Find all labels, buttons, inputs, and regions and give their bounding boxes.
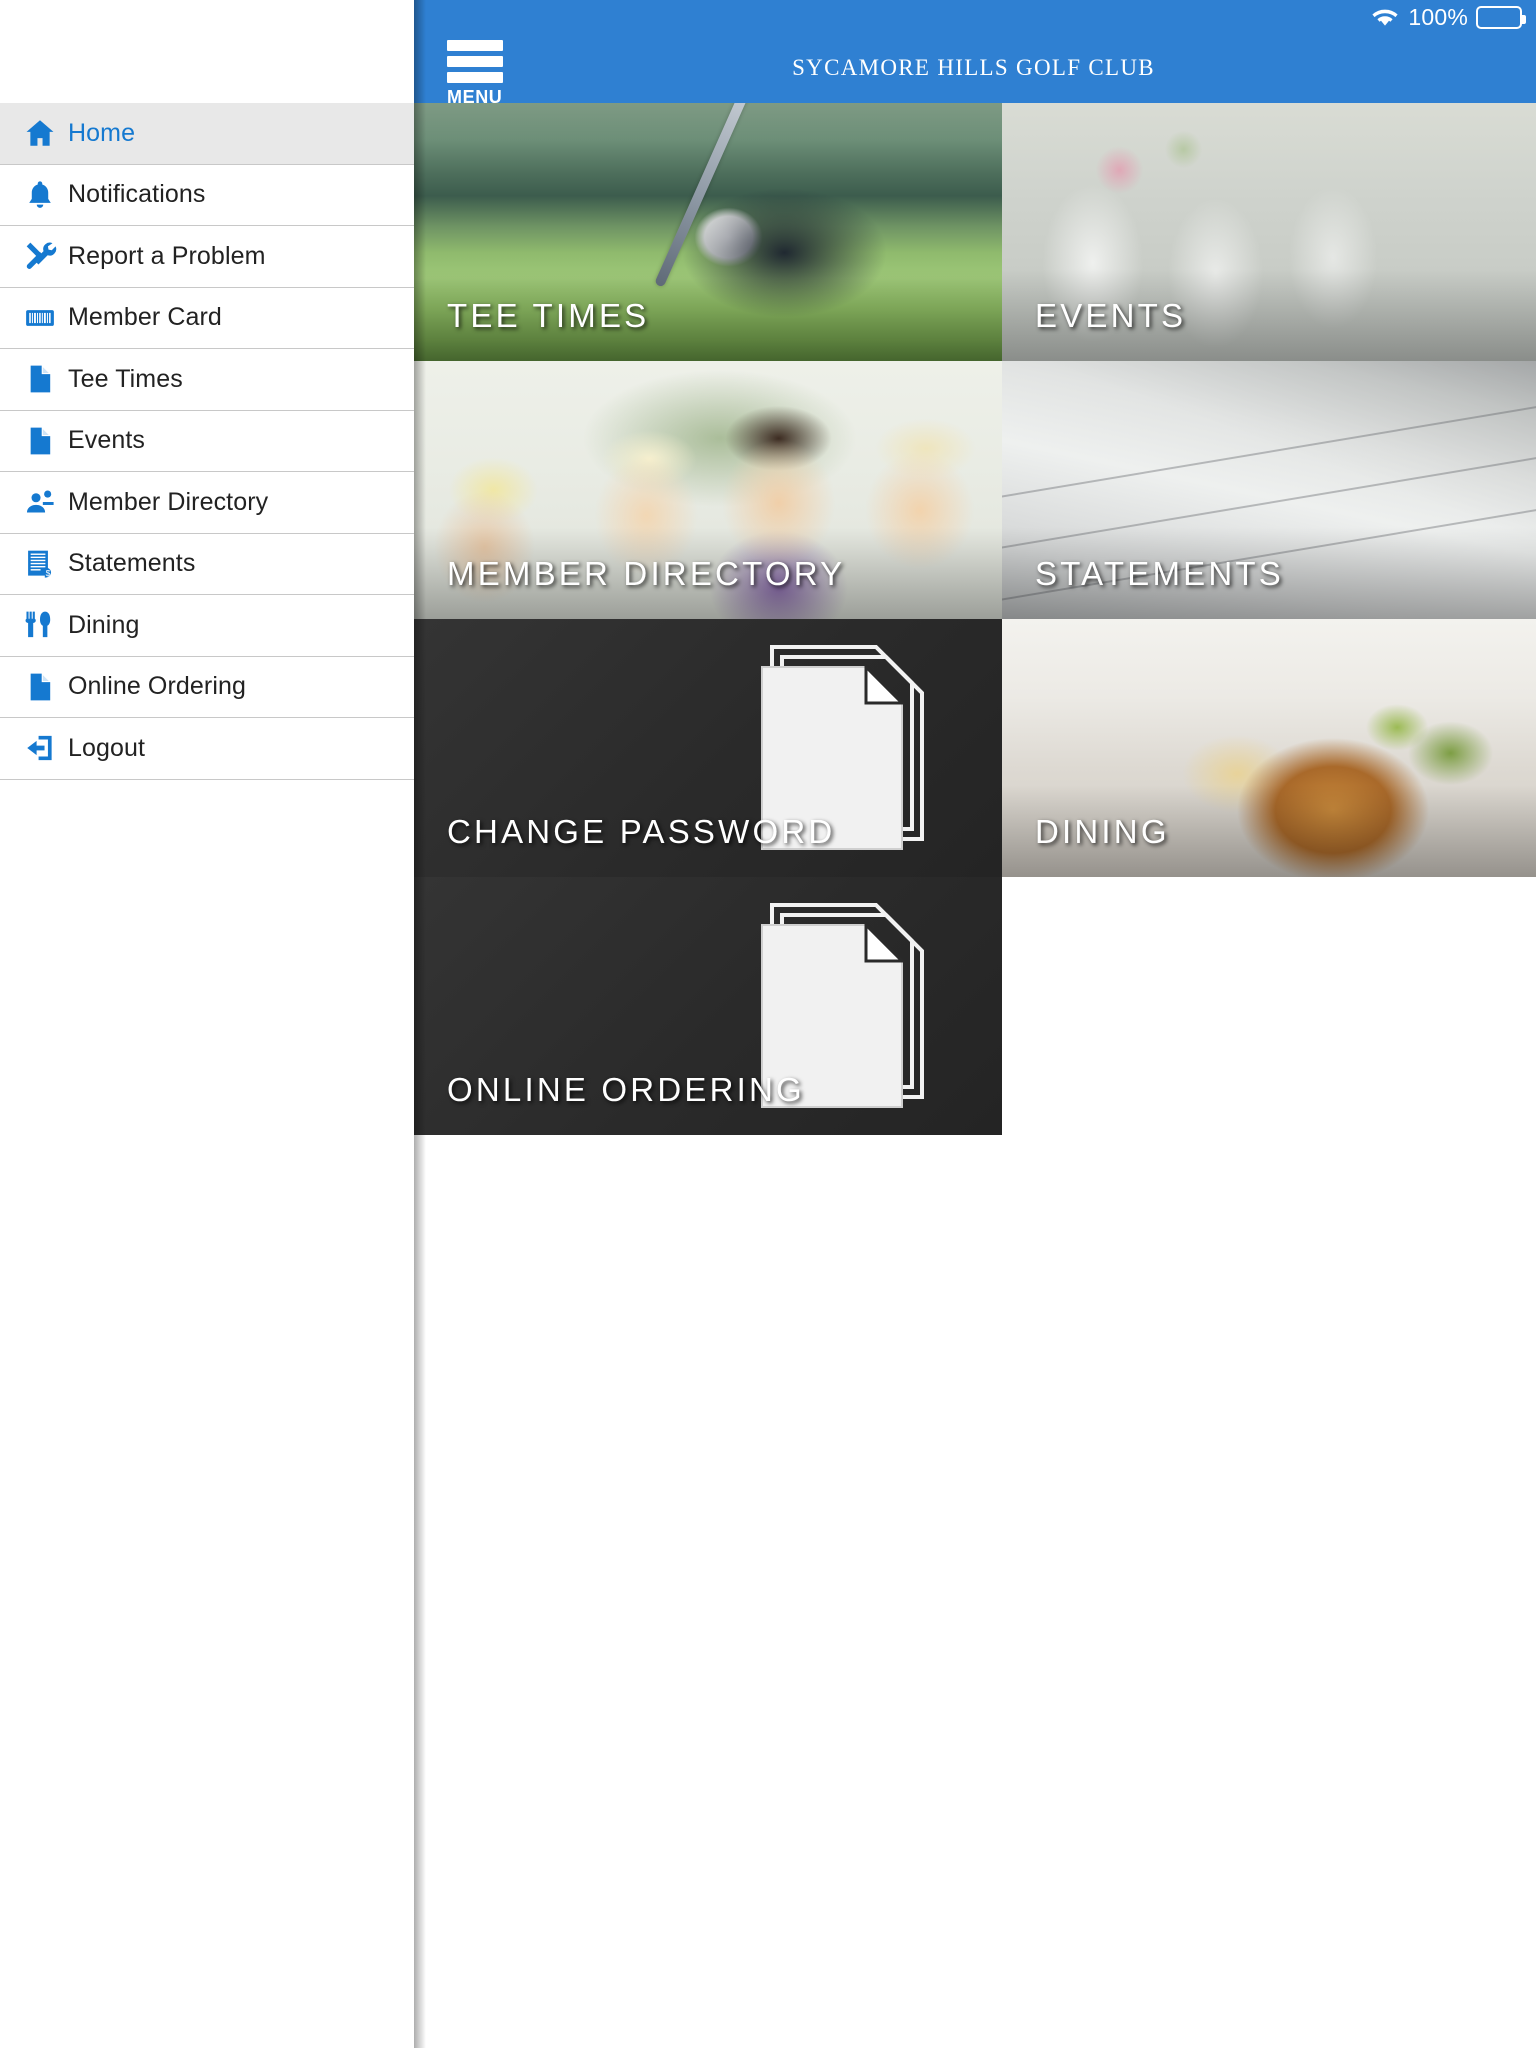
- tile-row: CHANGE PASSWORD DINING: [414, 619, 1536, 877]
- drawer-shadow: [414, 0, 426, 2048]
- sidebar-item-home[interactable]: Home: [0, 103, 414, 165]
- tile-online-ordering[interactable]: ONLINE ORDERING: [414, 877, 1002, 1135]
- document-icon: [12, 362, 68, 396]
- app-header: 100% MENU SYCAMORE HILLS GOLF CLUB: [414, 0, 1536, 107]
- sidebar-item-label: Home: [68, 118, 136, 147]
- navigation-drawer: Home Notifications Report a Problem Memb…: [0, 0, 414, 2048]
- sidebar-item-label: Member Card: [68, 303, 222, 332]
- tile-row: MEMBER DIRECTORY STATEMENTS: [414, 361, 1536, 619]
- sidebar-item-logout[interactable]: Logout: [0, 718, 414, 780]
- tile-grid: TEE TIMES EVENTS MEMBER DIRECTORY STATEM…: [414, 103, 1536, 1135]
- tile-statements[interactable]: STATEMENTS: [1002, 361, 1536, 619]
- hamburger-line: [447, 40, 503, 51]
- sidebar-item-label: Logout: [68, 733, 146, 762]
- tile-row: ONLINE ORDERING: [414, 877, 1536, 1135]
- sidebar-item-label: Member Directory: [68, 487, 269, 516]
- sidebar-item-notifications[interactable]: Notifications: [0, 164, 414, 226]
- tile-tee-times[interactable]: TEE TIMES: [414, 103, 1002, 361]
- tile-empty-slot: [1002, 877, 1536, 1135]
- tile-label: EVENTS: [1035, 297, 1187, 334]
- utensils-icon: [12, 608, 68, 642]
- tools-icon: [12, 239, 68, 273]
- sidebar-item-online-ordering[interactable]: Online Ordering: [0, 656, 414, 718]
- home-icon: [12, 116, 68, 150]
- tile-label: ONLINE ORDERING: [447, 1071, 805, 1108]
- document-icon: [12, 424, 68, 458]
- sidebar-item-label: Notifications: [68, 180, 206, 209]
- battery-percentage: 100%: [1408, 3, 1468, 30]
- status-bar: 100%: [1370, 2, 1526, 32]
- main-content: 100% MENU SYCAMORE HILLS GOLF CLUB TEE T…: [414, 0, 1536, 2048]
- tile-row: TEE TIMES EVENTS: [414, 103, 1536, 361]
- bell-icon: [12, 178, 68, 212]
- sidebar-item-events[interactable]: Events: [0, 410, 414, 472]
- drawer-top-spacer: [0, 0, 414, 103]
- battery-full-icon: [1476, 5, 1526, 29]
- logout-icon: [12, 731, 68, 765]
- tile-label: TEE TIMES: [447, 297, 650, 334]
- svg-text:$: $: [46, 568, 51, 578]
- tile-label: MEMBER DIRECTORY: [447, 555, 846, 592]
- tile-dining[interactable]: DINING: [1002, 619, 1536, 877]
- sidebar-item-report-a-problem[interactable]: Report a Problem: [0, 226, 414, 288]
- sidebar-menu-list: Home Notifications Report a Problem Memb…: [0, 103, 414, 780]
- sidebar-item-member-card[interactable]: Member Card: [0, 287, 414, 349]
- tile-member-directory[interactable]: MEMBER DIRECTORY: [414, 361, 1002, 619]
- sidebar-item-label: Tee Times: [68, 364, 183, 393]
- people-icon: [12, 485, 68, 519]
- tile-label: STATEMENTS: [1035, 555, 1284, 592]
- sidebar-item-tee-times[interactable]: Tee Times: [0, 349, 414, 411]
- sidebar-item-label: Online Ordering: [68, 672, 246, 701]
- sidebar-item-label: Report a Problem: [68, 241, 266, 270]
- sidebar-item-label: Dining: [68, 610, 140, 639]
- tile-label: CHANGE PASSWORD: [447, 813, 836, 850]
- club-title: SYCAMORE HILLS GOLF CLUB: [792, 55, 1155, 80]
- document-icon: [12, 670, 68, 704]
- invoice-icon: $: [12, 547, 68, 581]
- sidebar-item-member-directory[interactable]: Member Directory: [0, 472, 414, 534]
- tile-label: DINING: [1035, 813, 1170, 850]
- statement-rule: [1002, 397, 1536, 502]
- sidebar-item-label: Statements: [68, 549, 196, 578]
- barcode-icon: [12, 301, 68, 335]
- sidebar-item-dining[interactable]: Dining: [0, 595, 414, 657]
- wifi-icon: [1372, 9, 1398, 26]
- app-root: Home Notifications Report a Problem Memb…: [0, 0, 1536, 2048]
- tile-events[interactable]: EVENTS: [1002, 103, 1536, 361]
- tile-change-password[interactable]: CHANGE PASSWORD: [414, 619, 1002, 877]
- sidebar-item-statements[interactable]: $ Statements: [0, 533, 414, 595]
- sidebar-item-label: Events: [68, 426, 146, 455]
